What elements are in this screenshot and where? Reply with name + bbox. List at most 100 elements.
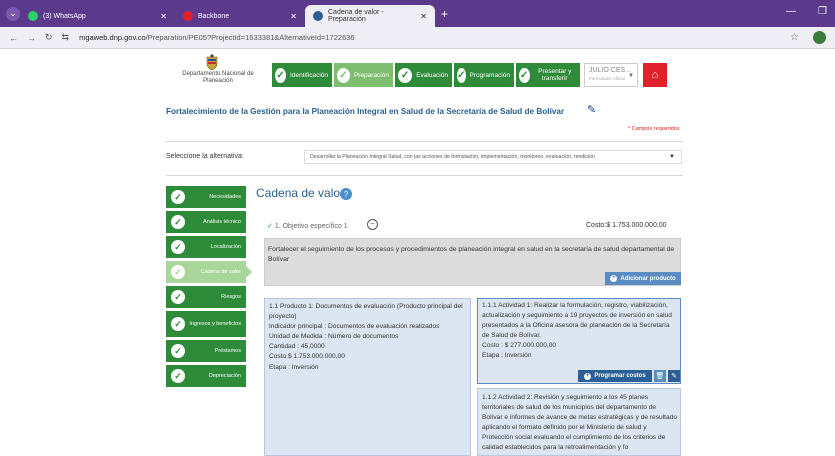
- step-presentar[interactable]: ✓ Presentar y transferir: [516, 63, 580, 87]
- sidebar-item-cadena-de-valor[interactable]: ✓ Cadena de valor: [166, 261, 252, 283]
- check-icon: ✓: [171, 317, 185, 331]
- sidebar-item-label: Necesidades: [209, 193, 241, 200]
- sidebar-item-localizacion[interactable]: ✓ Localización: [166, 236, 246, 258]
- product-indicator: Indicador principal : Documentos de eval…: [269, 323, 440, 331]
- check-icon: ✓: [171, 190, 185, 204]
- product-unit: Unidad de Medida : Número de documentos: [269, 333, 399, 341]
- alternative-label: Seleccione la alternativa:: [166, 153, 244, 160]
- sidebar-item-prestamos[interactable]: ✓ Préstamos: [166, 340, 246, 362]
- sidebar-item-label: Ingresos y beneficios: [189, 320, 241, 327]
- home-icon: ⌂: [651, 69, 659, 81]
- sidebar-item-ingresos[interactable]: ✓ Ingresos y beneficios: [166, 311, 246, 337]
- profile-avatar[interactable]: [813, 31, 826, 44]
- user-dropdown[interactable]: JULIO CES... Formulador oficial ▼: [584, 63, 638, 87]
- step-label: Programación: [469, 71, 510, 79]
- backbone-icon: [183, 11, 193, 21]
- chevron-down-icon: ▼: [628, 73, 634, 79]
- product-details: 1.1 Producto 1: Documentos de evaluación…: [269, 302, 469, 373]
- tab-label: Cadena de valor - Preparación: [328, 9, 384, 23]
- check-icon: ✓: [519, 67, 530, 83]
- objective-text: Fortalecer el seguimiento de los proceso…: [268, 246, 675, 263]
- window-controls: — ❐: [786, 6, 827, 17]
- step-identificacion[interactable]: ✓ Identificación: [272, 63, 332, 87]
- activity-cost: Costo : $ 277.000.000,00: [482, 342, 557, 350]
- close-icon[interactable]: ✕: [160, 12, 167, 21]
- pencil-icon: ✎: [671, 373, 677, 380]
- project-title: Fortalecimiento de la Gestión para la Pl…: [166, 107, 565, 116]
- tab-menu-icon[interactable]: ⌄: [6, 6, 20, 21]
- reload-icon[interactable]: ↻: [45, 32, 53, 43]
- step-label: Identificación: [290, 71, 328, 79]
- tab-label: (3) WhatsApp: [43, 12, 86, 20]
- close-icon[interactable]: ✕: [290, 12, 297, 21]
- alternative-value: Desarrollar la Planeación Integral Salud…: [310, 154, 595, 160]
- activity-stage: Etapa : Inversión: [482, 352, 532, 360]
- product-stage: Etapa : Inversión: [269, 363, 319, 371]
- required-fields-note: * Campos requeridos: [628, 126, 680, 132]
- tab-label: Backbone: [198, 12, 230, 20]
- trash-icon: 🗑: [655, 373, 665, 380]
- sidebar-item-label: Riesgos: [221, 293, 241, 300]
- new-tab-button[interactable]: +: [441, 7, 448, 21]
- step-label: Evaluación: [416, 71, 448, 79]
- check-icon: ✓: [275, 67, 287, 83]
- sidebar-item-depreciacion[interactable]: ✓ Depreciación: [166, 365, 246, 387]
- add-product-label: Adicionar producto: [620, 275, 676, 282]
- url-field[interactable]: mgaweb.dnp.gov.co /Preparation/PE05?Proj…: [79, 33, 354, 42]
- tab-backbone[interactable]: Backbone ✕: [175, 5, 305, 27]
- sidebar-item-label: Préstamos: [214, 347, 241, 354]
- tab-cadena-de-valor[interactable]: Cadena de valor - Preparación ✕: [305, 5, 435, 27]
- help-icon[interactable]: ?: [340, 188, 352, 200]
- step-programacion[interactable]: ✓ Programación: [454, 63, 514, 87]
- edit-pencil-icon[interactable]: ✎: [587, 103, 596, 116]
- check-icon: ✓: [171, 290, 185, 304]
- chevron-down-icon: ▼: [669, 154, 675, 160]
- bookmark-star-icon[interactable]: ☆: [790, 32, 799, 43]
- sidebar-item-analisis-tecnico[interactable]: ✓ Análisis técnico: [166, 211, 246, 233]
- step-evaluacion[interactable]: ✓ Evaluación: [395, 63, 452, 87]
- url-path: /Preparation/PE05?ProjectId=1633381&Alte…: [145, 33, 355, 42]
- sidebar-item-riesgos[interactable]: ✓ Riesgos: [166, 286, 246, 308]
- workflow-steps: ✓ Identificación ✓ Preparación ✓ Evaluac…: [272, 63, 582, 87]
- address-bar: ← → ↻ ⇆ mgaweb.dnp.gov.co /Preparation/P…: [0, 27, 835, 49]
- close-icon[interactable]: ✕: [420, 12, 427, 21]
- user-role: Formulador oficial: [589, 76, 625, 81]
- alternative-select[interactable]: Desarrollar la Planeación Integral Salud…: [304, 150, 682, 164]
- plus-icon: +: [610, 275, 618, 282]
- sidebar-item-label: Análisis técnico: [203, 218, 241, 225]
- check-icon: ✓: [171, 369, 185, 383]
- home-button[interactable]: ⌂: [643, 63, 667, 87]
- delete-button[interactable]: 🗑: [654, 370, 666, 382]
- org-name: Departamento Nacional de Planeación: [182, 71, 254, 84]
- edit-button[interactable]: ✎: [668, 370, 680, 382]
- activity-details: 1.1.1 Actividad 1: Realizar la formulaci…: [482, 301, 678, 362]
- check-icon: ✓: [398, 67, 413, 83]
- activity-details: 1.1.2 Actividad 2: Revisión y seguimient…: [482, 393, 678, 454]
- tab-whatsapp[interactable]: (3) WhatsApp ✕: [20, 5, 175, 27]
- objective-header[interactable]: ✓ 1. Objetivo específico 1: [267, 222, 348, 230]
- step-preparacion[interactable]: ✓ Preparación: [334, 63, 393, 87]
- minimize-icon[interactable]: —: [786, 6, 796, 17]
- browser-tab-bar: ⌄ (3) WhatsApp ✕ Backbone ✕ Cadena de va…: [0, 0, 835, 27]
- product-quantity: Cantidad : 45,0000: [269, 343, 325, 351]
- program-costs-button[interactable]: + Programar costos: [578, 370, 652, 382]
- collapse-icon[interactable]: −: [367, 219, 378, 230]
- maximize-icon[interactable]: ❐: [818, 6, 827, 17]
- mga-icon: [313, 11, 323, 21]
- divider: [166, 141, 683, 142]
- product-title: 1.1 Producto 1: Documentos de evaluación…: [269, 303, 463, 321]
- step-label: Presentar y transferir: [538, 68, 572, 82]
- sidebar-item-necesidades[interactable]: ✓ Necesidades: [166, 186, 246, 208]
- objective-cost: Costo:$ 1.753.000.000,00: [586, 222, 667, 229]
- coat-of-arms-icon: [206, 54, 218, 70]
- step-label: Preparación: [353, 71, 389, 79]
- back-icon[interactable]: ←: [9, 33, 18, 43]
- check-icon: ✓: [267, 223, 273, 230]
- site-info-icon[interactable]: ⇆: [62, 32, 70, 43]
- check-icon: ✓: [457, 67, 466, 83]
- check-icon: ✓: [171, 240, 185, 254]
- product-cost: Costo $ 1.753.000.000,00: [269, 353, 345, 361]
- check-icon: ✓: [171, 344, 185, 358]
- forward-icon[interactable]: →: [27, 33, 36, 43]
- add-product-button[interactable]: + Adicionar producto: [605, 272, 681, 285]
